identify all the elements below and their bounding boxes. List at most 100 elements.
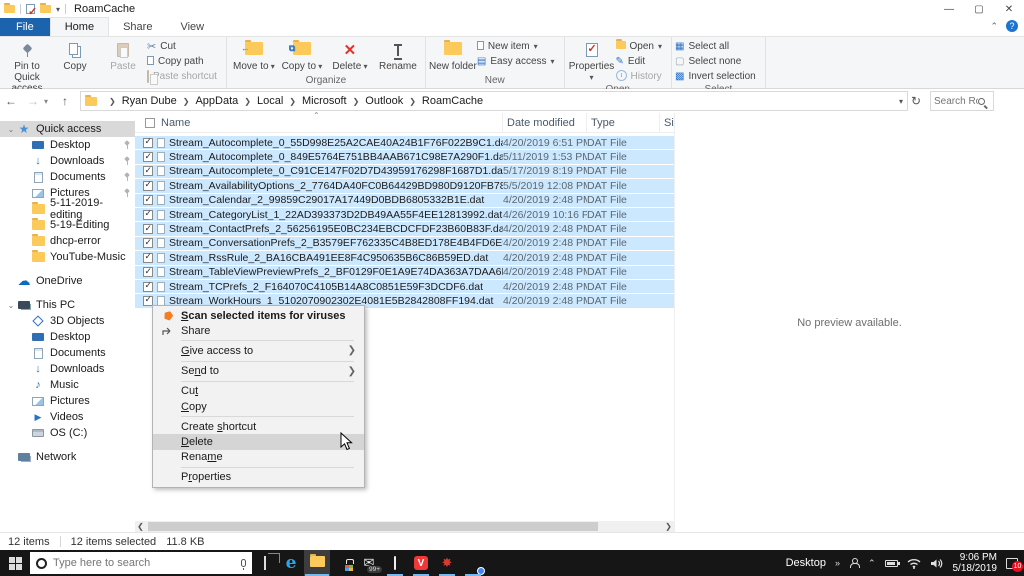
table-row[interactable]: Stream_RssRule_2_BA16CBA491EE8F4C950635B… [135, 251, 674, 266]
recent-locations-icon[interactable]: ▾ [44, 97, 54, 106]
column-header-name[interactable]: Name ⌃ [135, 111, 503, 132]
sidebar-item-documents[interactable]: Documents [0, 345, 135, 361]
breadcrumb-segment[interactable]: AppData [195, 95, 238, 107]
search-input[interactable] [934, 95, 978, 107]
tab-file[interactable]: File [0, 18, 50, 36]
row-checkbox[interactable] [143, 151, 153, 163]
ribbon-select-none-button[interactable]: ▢ Select none [675, 55, 762, 68]
row-checkbox[interactable] [143, 223, 153, 235]
tab-home[interactable]: Home [49, 17, 110, 36]
qat-customize-icon[interactable]: ▾ [56, 5, 60, 14]
sidebar-item-quick-access[interactable]: ⌄ ★ Quick access [0, 121, 135, 137]
table-row[interactable]: Stream_ContactPrefs_2_56256195E0BC234EBC… [135, 222, 674, 237]
taskbar-app-file-explorer[interactable] [304, 550, 330, 576]
row-checkbox[interactable] [143, 194, 153, 206]
action-center-icon[interactable]: 10 [1006, 557, 1023, 572]
column-header-date[interactable]: Date modified [503, 113, 587, 132]
sidebar-item-this-pc[interactable]: ⌄ This PC [0, 297, 135, 313]
breadcrumb-separator-icon[interactable]: ❯ [409, 97, 416, 106]
ribbon-new-folder-button[interactable]: New folder [429, 38, 477, 72]
toolbar-overflow-icon[interactable]: » [835, 558, 840, 568]
sidebar-item-downloads[interactable]: ↓ Downloads [0, 361, 135, 377]
ribbon-copy-button[interactable]: Copy [51, 38, 99, 72]
desktop-toolbar-label[interactable]: Desktop [786, 557, 826, 569]
tab-share[interactable]: Share [109, 18, 166, 36]
menu-item-send-to[interactable]: Send to ❯ [153, 364, 364, 379]
wifi-icon[interactable] [907, 558, 921, 569]
taskbar-app-phone[interactable] [382, 550, 408, 576]
maximize-button[interactable]: ▢ [964, 0, 994, 18]
sidebar-item-network[interactable]: Network [0, 449, 135, 465]
breadcrumb-separator-icon[interactable]: ❯ [353, 97, 360, 106]
row-checkbox[interactable] [143, 281, 153, 292]
taskbar-search[interactable] [30, 552, 252, 574]
sidebar-item-desktop[interactable]: Desktop [0, 329, 135, 345]
tab-view[interactable]: View [166, 18, 218, 36]
taskbar-app-mail[interactable]: ✉ 99+ [356, 550, 383, 576]
ribbon-move-to-button[interactable]: ← Move to ▾ [230, 38, 278, 72]
ribbon-copy-to-button[interactable]: ⧉ Copy to ▾ [278, 38, 326, 72]
taskbar-app-vivaldi[interactable]: V [408, 550, 434, 576]
ribbon-cut-button[interactable]: ✂ Cut [147, 40, 223, 53]
menu-item-cut[interactable]: Cut [153, 384, 364, 399]
table-row[interactable]: Stream_Autocomplete_0_C91CE147F02D7D4395… [135, 164, 674, 180]
sidebar-item-downloads[interactable]: ↓ Downloads [0, 153, 135, 169]
table-row[interactable]: Stream_Calendar_2_99859C29017A17449D0BDB… [135, 193, 674, 208]
address-dropdown-icon[interactable]: ▾ [899, 97, 903, 106]
menu-item-properties[interactable]: Properties [153, 470, 364, 485]
table-row[interactable]: Stream_ConversationPrefs_2_B3579EF762335… [135, 236, 674, 252]
sidebar-item-videos[interactable]: ▶ Videos [0, 409, 135, 425]
table-row[interactable]: Stream_CategoryList_1_22AD393373D2DB49AA… [135, 207, 674, 223]
expander-icon[interactable]: ⌄ [6, 301, 16, 310]
microphone-icon[interactable] [241, 559, 246, 570]
menu-item-give-access-to[interactable]: Give access to ❯ [153, 343, 364, 358]
up-icon[interactable]: ↑ [54, 94, 76, 108]
menu-item-copy[interactable]: Copy [153, 399, 364, 414]
row-checkbox[interactable] [143, 209, 153, 220]
breadcrumb-segment[interactable]: Local [257, 95, 283, 107]
menu-item-rename[interactable]: Rename [153, 450, 364, 465]
sidebar-item-dhcp-error[interactable]: dhcp-error [0, 233, 135, 249]
start-button[interactable] [0, 550, 30, 576]
column-header-type[interactable]: Type [587, 113, 660, 132]
breadcrumb-segment[interactable]: Ryan Dube [122, 95, 177, 107]
sidebar-item-5-11-2019-editing[interactable]: 5-11-2019-editing [0, 197, 135, 221]
taskbar-app-red-app[interactable]: ✸ [434, 550, 460, 576]
ribbon-easy-access-button[interactable]: ▤ Easy access ▾ [477, 55, 561, 68]
tray-overflow-icon[interactable]: ⌃ [868, 558, 876, 569]
table-row[interactable]: Stream_AvailabilityOptions_2_7764DA40FC0… [135, 179, 674, 194]
ribbon-select-all-button[interactable]: ▦ Select all [675, 40, 762, 53]
table-row[interactable]: Stream_Autocomplete_0_55D998E25A2CAE40A2… [135, 136, 674, 151]
menu-item-delete[interactable]: Delete [153, 434, 364, 450]
breadcrumb-segment[interactable]: Outlook [365, 95, 403, 107]
table-row[interactable]: Stream_Autocomplete_0_849E5764E751BB4AAB… [135, 150, 674, 165]
qat-new-folder-icon[interactable] [40, 3, 51, 13]
taskbar-app-store[interactable] [330, 550, 356, 576]
volume-icon[interactable] [930, 558, 944, 569]
ribbon-edit-button[interactable]: ✎ Edit [616, 55, 668, 68]
scroll-left-icon[interactable]: ❮ [135, 522, 146, 531]
ribbon-rename-button[interactable]: Rename [374, 38, 422, 72]
breadcrumb-separator-icon[interactable]: ❯ [289, 97, 296, 106]
breadcrumb-separator-icon[interactable]: ❯ [183, 97, 190, 106]
select-all-checkbox[interactable] [145, 117, 155, 128]
sidebar-item-3d-objects[interactable]: 3D Objects [0, 313, 135, 329]
sidebar-item-music[interactable]: ♪ Music [0, 377, 135, 393]
scroll-right-icon[interactable]: ❯ [663, 522, 674, 531]
breadcrumb-segment[interactable]: Microsoft [302, 95, 347, 107]
row-checkbox[interactable] [143, 237, 153, 249]
close-button[interactable]: ✕ [994, 0, 1024, 18]
refresh-icon[interactable]: ↻ [908, 94, 924, 108]
menu-item-scan-selected-items-for-viruses[interactable]: Scan selected items for viruses [153, 308, 364, 323]
table-row[interactable]: Stream_TCPrefs_2_F164070C4105B14A8C0851E… [135, 279, 674, 295]
search-box[interactable] [930, 91, 994, 111]
ribbon-invert-selection-button[interactable]: ▩ Invert selection [675, 70, 762, 83]
taskbar-search-input[interactable] [53, 557, 235, 569]
help-icon[interactable]: ? [1006, 20, 1018, 32]
row-checkbox[interactable] [143, 165, 153, 177]
breadcrumb[interactable]: ❯ Ryan Dube ❯ AppData ❯ Local ❯ Microsoft ❯ Outl… [80, 91, 908, 111]
forward-icon[interactable]: → [22, 94, 44, 108]
sidebar-item-onedrive[interactable]: ☁ OneDrive [0, 273, 135, 289]
clock[interactable]: 9:06 PM 5/18/2019 [953, 552, 998, 574]
sidebar-item-youtube-music[interactable]: YouTube-Music [0, 249, 135, 265]
